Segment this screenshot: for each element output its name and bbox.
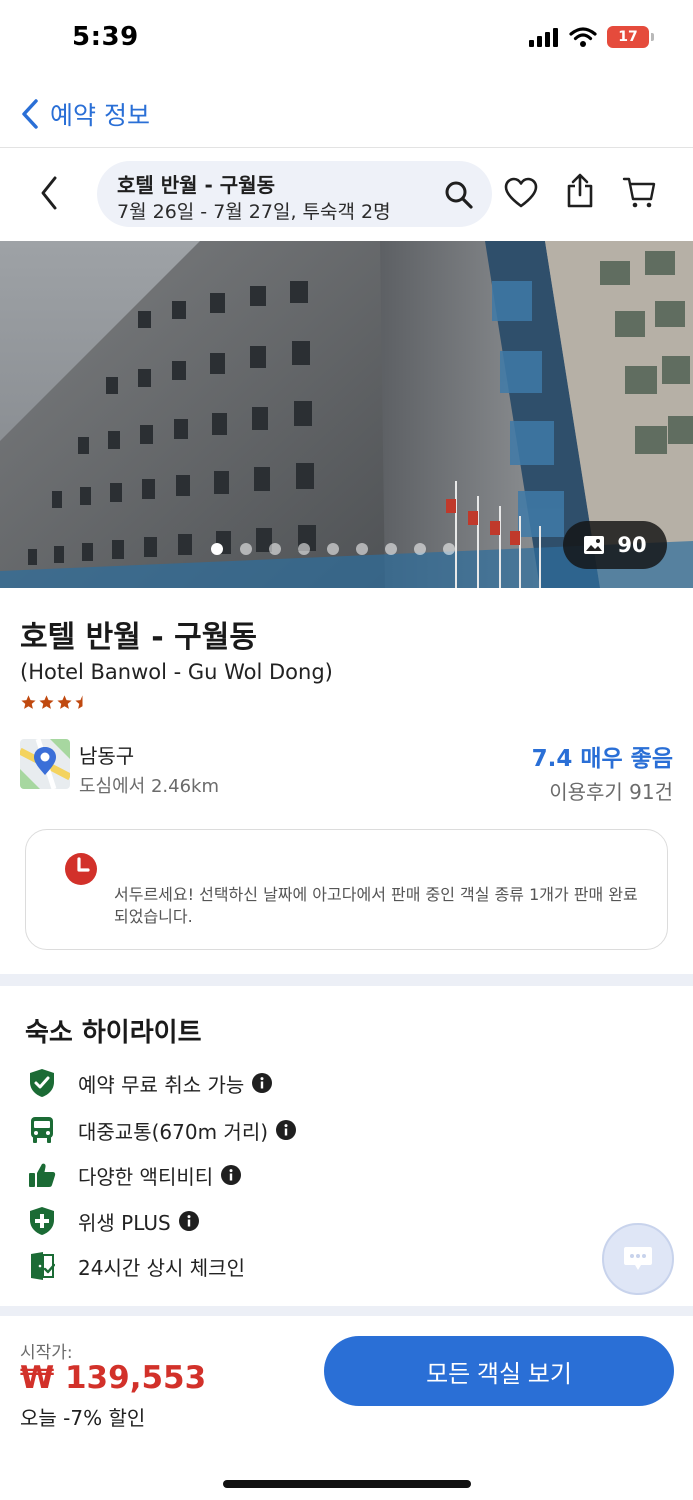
- wifi-icon: [569, 27, 597, 47]
- carousel-dot[interactable]: [240, 543, 252, 555]
- star-rating: [20, 694, 91, 711]
- chevron-left-icon[interactable]: [20, 98, 40, 130]
- hotel-english-name: (Hotel Banwol - Gu Wol Dong): [20, 660, 333, 684]
- health-shield-icon: [27, 1206, 57, 1236]
- status-icons: 17: [529, 26, 654, 48]
- share-icon[interactable]: [565, 173, 595, 209]
- info-icon[interactable]: [221, 1165, 242, 1185]
- highlight-item-checkin: 24시간 상시 체크인: [27, 1246, 245, 1286]
- alert-message: 서두르세요! 선택하신 날짜에 아고다에서 판매 중인 객실 종류 1개가 판매…: [114, 885, 638, 926]
- highlight-label: 다양한 액티비티: [78, 1164, 214, 1189]
- search-summary-pill[interactable]: 호텔 반월 - 구월동 7월 26일 - 7월 27일, 투숙객 2명: [97, 161, 492, 227]
- cart-icon[interactable]: [622, 175, 656, 209]
- chat-button[interactable]: [602, 1223, 674, 1295]
- distance-from-center: 도심에서 2.46km: [79, 776, 219, 797]
- highlight-item-hygiene: 위생 PLUS: [27, 1201, 199, 1241]
- star-icon: [57, 695, 72, 709]
- info-icon[interactable]: [178, 1211, 199, 1231]
- section-divider: [0, 1306, 693, 1316]
- door-check-icon: [27, 1251, 57, 1281]
- view-all-rooms-button[interactable]: 모든 객실 보기: [324, 1336, 674, 1406]
- district-name: 남동구: [79, 744, 135, 768]
- info-icon[interactable]: [276, 1120, 297, 1140]
- star-icon: [21, 695, 36, 709]
- review-score[interactable]: 7.4 매우 좋음: [532, 739, 673, 773]
- map-pin-icon: [20, 739, 70, 789]
- star-icon: [39, 695, 54, 709]
- carousel-dot[interactable]: [414, 543, 426, 555]
- highlights-title: 숙소 하이라이트: [25, 1018, 202, 1048]
- status-bar: 5:39 17: [0, 0, 693, 80]
- hotel-name: 호텔 반월 - 구월동: [20, 620, 257, 655]
- image-icon: [584, 536, 605, 554]
- bus-icon: [27, 1115, 57, 1145]
- review-count[interactable]: 이용후기 91건: [549, 776, 673, 805]
- starting-price: ₩ 139,553: [20, 1360, 207, 1396]
- heart-icon[interactable]: [504, 177, 538, 209]
- photo-count-value: 90: [617, 533, 647, 557]
- chat-icon: [624, 1247, 652, 1270]
- bottom-price-bar: 시작가: ₩ 139,553 오늘 -7% 할인 모든 객실 보기: [0, 1316, 693, 1500]
- back-to-booking-bar[interactable]: 예약 정보: [0, 80, 693, 148]
- home-indicator[interactable]: [223, 1480, 471, 1488]
- status-time: 5:39: [72, 22, 139, 52]
- info-icon[interactable]: [252, 1073, 273, 1093]
- discount-text: 오늘 -7% 할인: [20, 1406, 146, 1430]
- highlight-label: 위생 PLUS: [78, 1210, 171, 1235]
- carousel-dot[interactable]: [443, 543, 455, 555]
- carousel-dot[interactable]: [327, 543, 339, 555]
- half-star-icon: [75, 695, 83, 709]
- carousel-dots[interactable]: [211, 543, 455, 555]
- signal-icon: [529, 28, 558, 47]
- carousel-dot[interactable]: [211, 543, 223, 555]
- clock-icon: [64, 852, 98, 886]
- carousel-dot[interactable]: [298, 543, 310, 555]
- thumbs-up-icon: [27, 1160, 57, 1190]
- highlight-item-transit: 대중교통(670m 거리): [27, 1110, 297, 1150]
- hotel-photo-carousel[interactable]: 90: [0, 241, 693, 588]
- search-icon[interactable]: [444, 180, 474, 210]
- photo-count-button[interactable]: 90: [563, 521, 667, 569]
- shield-check-icon: [27, 1068, 57, 1098]
- search-dates-guests: 7월 26일 - 7월 27일, 투숙객 2명: [117, 201, 391, 223]
- sold-out-alert: 서두르세요! 선택하신 날짜에 아고다에서 판매 중인 객실 종류 1개가 판매…: [25, 829, 668, 950]
- search-title: 호텔 반월 - 구월동: [117, 173, 275, 197]
- property-header: 호텔 반월 - 구월동 7월 26일 - 7월 27일, 투숙객 2명: [0, 149, 693, 241]
- carousel-dot[interactable]: [356, 543, 368, 555]
- map-thumbnail[interactable]: [20, 739, 70, 789]
- battery-level: 17: [618, 29, 638, 45]
- highlight-label: 대중교통(670m 거리): [78, 1119, 269, 1144]
- highlight-item-free-cancel: 예약 무료 취소 가능: [27, 1063, 273, 1103]
- highlight-item-activities: 다양한 액티비티: [27, 1155, 242, 1195]
- section-divider: [0, 974, 693, 986]
- carousel-dot[interactable]: [269, 543, 281, 555]
- highlight-label: 예약 무료 취소 가능: [78, 1072, 245, 1097]
- highlight-label: 24시간 상시 체크인: [78, 1255, 245, 1280]
- back-arrow-icon[interactable]: [38, 175, 60, 211]
- back-to-booking-label[interactable]: 예약 정보: [50, 96, 150, 132]
- carousel-dot[interactable]: [385, 543, 397, 555]
- battery-icon: 17: [607, 26, 654, 48]
